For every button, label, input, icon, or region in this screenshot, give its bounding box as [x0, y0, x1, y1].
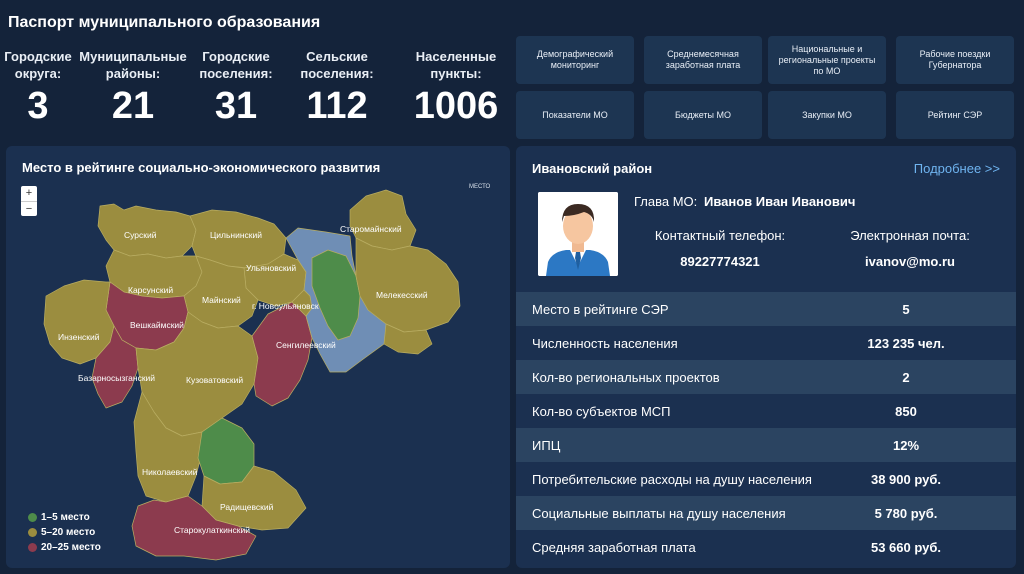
- stat-label-line2: округа:: [14, 66, 62, 81]
- legend-item-5-20: 5–20 место: [28, 525, 101, 540]
- district-indicators: Место в рейтинге СЭР 5 Численность населе…: [516, 292, 1016, 564]
- phone-label: Контактный телефон:: [654, 228, 786, 243]
- tile-average-salary[interactable]: Среднемесячная заработная плата: [644, 36, 762, 84]
- district-panel: Ивановский район Подробнее >> Глава МО: …: [516, 146, 1016, 568]
- legend-label: 5–20 место: [41, 527, 96, 538]
- row-value: 123 235 чел.: [867, 336, 945, 351]
- row-label: Кол-во региональных проектов: [532, 370, 720, 385]
- table-row: Место в рейтинге СЭР 5: [516, 292, 1016, 326]
- row-label: Кол-во субъектов МСП: [532, 404, 671, 419]
- legend-label: 20–25 место: [41, 542, 101, 553]
- region-label-veshkaymsky: Вешкаймский: [130, 320, 184, 330]
- stat-label-line2: районы:: [105, 66, 161, 81]
- stat-label-line2: поселения:: [199, 66, 273, 81]
- region-label-karsunsky: Карсунский: [128, 285, 173, 295]
- district-name: Ивановский район: [532, 161, 653, 176]
- legend-item-1-5: 1–5 место: [28, 510, 101, 525]
- legend-dot-green: [28, 513, 37, 522]
- tile-mo-budgets[interactable]: Бюджеты МО: [644, 91, 762, 139]
- region-label-bazarnosyzgansky: Базарносызганский: [78, 373, 155, 383]
- table-row: Средняя заработная плата 53 660 руб.: [516, 530, 1016, 564]
- row-label: Место в рейтинге СЭР: [532, 302, 669, 317]
- row-value: 5: [902, 302, 910, 317]
- region-label-radishchevsky: Радищевский: [220, 502, 274, 512]
- tile-governor-trips[interactable]: Рабочие поездки Губернатора: [896, 36, 1014, 84]
- nav-tiles: Демографический мониторинг Среднемесячна…: [516, 36, 1016, 139]
- stat-label-line1: Муниципальные: [79, 49, 187, 64]
- region-map: Сурский Цильнинский Старомайнский Ульяно…: [43, 189, 461, 561]
- stat-label-line1: Сельские: [306, 49, 368, 64]
- row-value: 38 900 руб.: [870, 472, 941, 487]
- stat-urban-districts: Городские округа: 3: [4, 48, 72, 126]
- stat-value: 21: [111, 85, 155, 127]
- tile-mo-indicators[interactable]: Показатели МО: [516, 91, 634, 139]
- head-name: Иванов Иван Иванович: [704, 194, 856, 209]
- table-row: Социальные выплаты на душу населения 5 78…: [516, 496, 1016, 530]
- table-row: ИПЦ 12%: [516, 428, 1016, 462]
- stat-value: 3: [27, 85, 49, 127]
- tile-ser-rating[interactable]: Рейтинг СЭР: [896, 91, 1014, 139]
- tile-national-projects[interactable]: Национальные и региональные проекты по М…: [768, 36, 886, 84]
- stat-label-line2: поселения:: [300, 66, 374, 81]
- table-row: Кол-во субъектов МСП 850: [516, 394, 1016, 428]
- row-label: Потребительские расходы на душу населени…: [532, 472, 812, 487]
- stat-value: 1006: [413, 85, 499, 127]
- region-label-melekessky: Мелекесский: [376, 290, 428, 300]
- legend-dot-olive: [28, 528, 37, 537]
- stat-value: 31: [214, 85, 258, 127]
- region-label-novoulyanovsk: г. Новоульяновск: [252, 301, 319, 311]
- region-label-surskiy: Сурский: [124, 230, 157, 240]
- region-label-sengileevsky: Сенгилеевский: [276, 340, 336, 350]
- row-label: ИПЦ: [532, 438, 561, 453]
- row-label: Социальные выплаты на душу населения: [532, 506, 786, 521]
- table-row: Потребительские расходы на душу населени…: [516, 462, 1016, 496]
- legend-dot-crimson: [28, 543, 37, 552]
- email-value[interactable]: ivanov@mo.ru: [822, 254, 998, 269]
- page-title: Паспорт муниципального образования: [8, 14, 321, 31]
- table-row: Численность населения 123 235 чел.: [516, 326, 1016, 360]
- phone-value: 89227774321: [680, 254, 760, 269]
- stat-localities: Населенные пункты: 1006: [404, 48, 508, 126]
- row-value: 53 660 руб.: [870, 540, 941, 555]
- row-label: Средняя заработная плата: [532, 540, 696, 555]
- table-row: Кол-во региональных проектов 2: [516, 360, 1016, 394]
- stat-label-line1: Населенные: [415, 49, 497, 64]
- legend-item-20-25: 20–25 место: [28, 540, 101, 555]
- tile-demographic-monitoring[interactable]: Демографический мониторинг: [516, 36, 634, 84]
- stat-label-line1: Городские: [4, 49, 72, 64]
- map-legend: 1–5 место 5–20 место 20–25 место: [28, 510, 101, 555]
- row-value: 2: [902, 370, 910, 385]
- region-label-ulyanovsky: Ульяновский: [246, 263, 296, 273]
- tile-mo-procurement[interactable]: Закупки МО: [768, 91, 886, 139]
- region-label-kuzovatovsky: Кузоватовский: [186, 375, 243, 385]
- region-label-nikolaevsky: Николаевский: [142, 467, 198, 477]
- region-label-tsilninsky: Цильнинский: [210, 230, 262, 240]
- region-label-starokulatkinsky: Старокулаткинский: [174, 525, 250, 535]
- stat-value: 112: [306, 85, 368, 127]
- map-panel: Место в рейтинге социально-экономическог…: [6, 146, 510, 568]
- region-sengileevsky[interactable]: [251, 301, 313, 407]
- stat-municipal-districts: Муниципальные районы: 21: [78, 48, 188, 126]
- stat-rural-settlements: Сельские поселения: 112: [296, 48, 378, 126]
- row-value: 12%: [892, 438, 920, 453]
- person-avatar-icon: [538, 192, 618, 276]
- region-label-maynsky: Майнский: [202, 295, 241, 305]
- email-label: Электронная почта:: [850, 228, 970, 243]
- stat-urban-settlements: Городские поселения: 31: [194, 48, 278, 126]
- legend-label: 1–5 место: [41, 512, 90, 523]
- stat-label-line2: пункты:: [430, 66, 482, 81]
- row-value: 850: [895, 404, 917, 419]
- head-label: Глава МО:: [634, 194, 698, 209]
- region-label-staromainsky: Старомайнский: [340, 224, 402, 234]
- row-label: Численность населения: [532, 336, 678, 351]
- avatar: [538, 192, 618, 276]
- more-link[interactable]: Подробнее >>: [914, 161, 1000, 176]
- stat-label-line1: Городские: [202, 49, 270, 64]
- region-label-inzensky: Инзенский: [58, 332, 100, 342]
- row-value: 5 780 руб.: [874, 506, 938, 521]
